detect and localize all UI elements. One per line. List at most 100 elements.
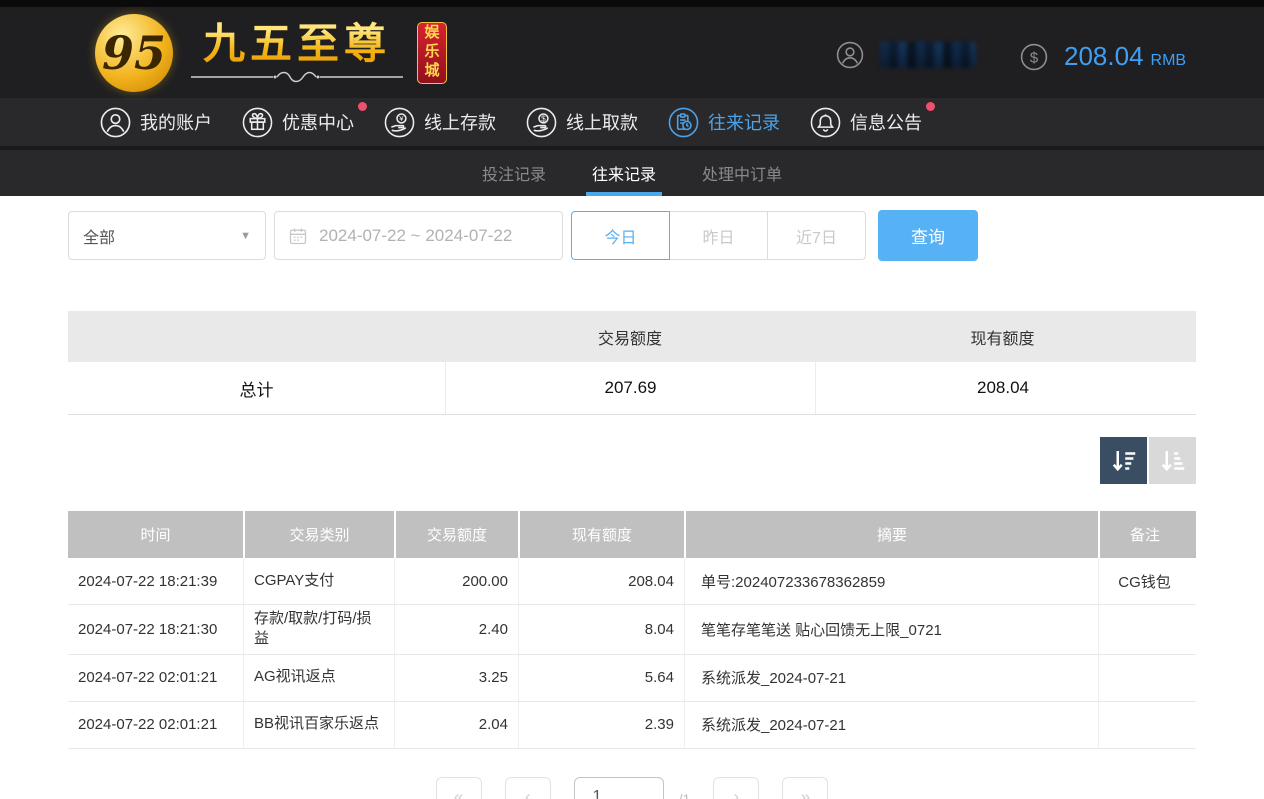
- row-time: 2024-07-22 18:21:39: [68, 558, 243, 604]
- row-balance: 2.39: [518, 702, 684, 748]
- summary-total-label: 总计: [68, 362, 445, 414]
- col-header-amount: 交易额度: [394, 511, 518, 558]
- page-number-input[interactable]: [574, 777, 664, 799]
- bell-icon: [810, 107, 841, 138]
- row-amount: 2.40: [394, 605, 518, 654]
- sort-ascending-button[interactable]: [1149, 437, 1196, 484]
- balance-currency: RMB: [1151, 52, 1187, 70]
- col-header-time: 时间: [68, 511, 243, 558]
- row-type: CGPAY支付: [243, 558, 394, 604]
- col-header-summary: 摘要: [684, 511, 1098, 558]
- summary-total-balance: 208.04: [815, 362, 1190, 414]
- notification-dot: [358, 102, 367, 111]
- nav-item-online-deposit[interactable]: ¥ 线上存款: [384, 107, 496, 138]
- svg-text:$: $: [541, 114, 546, 123]
- brand-logo[interactable]: 95 九五至尊 娱 乐 城: [95, 14, 447, 92]
- row-summary: 笔笔存笔笔送 贴心回馈无上限_0721: [684, 605, 1098, 654]
- sort-controls: [68, 437, 1196, 484]
- prev-page-button[interactable]: ‹: [505, 777, 551, 799]
- summary-total-row: 总计 207.69 208.04: [68, 362, 1196, 415]
- row-summary: 系统派发_2024-07-21: [684, 655, 1098, 701]
- logo-monogram: 95: [95, 14, 173, 92]
- row-remark: CG钱包: [1098, 558, 1190, 604]
- records-header-row: 时间 交易类别 交易额度 现有额度 摘要 备注: [68, 511, 1196, 558]
- withdraw-icon: $: [526, 107, 557, 138]
- date-range-input[interactable]: 2024-07-22 ~ 2024-07-22: [274, 211, 563, 260]
- row-balance: 5.64: [518, 655, 684, 701]
- row-time: 2024-07-22 02:01:21: [68, 655, 243, 701]
- records-table: 时间 交易类别 交易额度 现有额度 摘要 备注 2024-07-22 18:21…: [68, 511, 1196, 749]
- row-summary: 系统派发_2024-07-21: [684, 702, 1098, 748]
- row-balance: 208.04: [518, 558, 684, 604]
- col-header-balance: 现有额度: [518, 511, 684, 558]
- row-amount: 3.25: [394, 655, 518, 701]
- yesterday-button[interactable]: 昨日: [669, 211, 768, 260]
- user-account[interactable]: [836, 41, 976, 69]
- records-icon: [668, 107, 699, 138]
- svg-text:$: $: [1030, 50, 1039, 66]
- row-type: 存款/取款/打码/损益: [243, 605, 394, 654]
- balance-amount: 208.04: [1064, 41, 1144, 72]
- deposit-icon: ¥: [384, 107, 415, 138]
- category-dropdown[interactable]: 全部 ▼: [68, 211, 266, 260]
- col-header-remark: 备注: [1098, 511, 1190, 558]
- summary-header-balance: 现有额度: [815, 311, 1190, 362]
- top-strip: [0, 0, 1264, 7]
- nav-item-announcements[interactable]: 信息公告: [810, 107, 922, 138]
- summary-header-transaction: 交易额度: [445, 311, 815, 362]
- filter-bar: 全部 ▼ 2024-07-22 ~ 2024-07-22 今日 昨日 近7日 查…: [68, 210, 1264, 261]
- brand-badge: 娱 乐 城: [417, 22, 447, 84]
- summary-header-empty: [68, 311, 445, 362]
- sort-descending-button[interactable]: [1100, 437, 1147, 484]
- row-type: AG视讯返点: [243, 655, 394, 701]
- summary-total-transaction: 207.69: [445, 362, 815, 414]
- pagination: « ‹ /1 › »: [0, 777, 1264, 799]
- username-blurred: [880, 42, 976, 68]
- row-time: 2024-07-22 18:21:30: [68, 605, 243, 654]
- gift-icon: [242, 107, 273, 138]
- nav-item-my-account[interactable]: 我的账户: [100, 107, 212, 138]
- date-range-value: 2024-07-22 ~ 2024-07-22: [319, 226, 512, 246]
- page-total-label: /1: [679, 791, 691, 799]
- row-remark: [1098, 605, 1190, 654]
- logo-flourish-ornament: [187, 70, 407, 84]
- main-navigation: 我的账户 优惠中心 ¥ 线上存款 $ 线上取款: [0, 98, 1264, 150]
- row-remark: [1098, 702, 1190, 748]
- sort-ascending-icon: [1158, 446, 1188, 476]
- today-button[interactable]: 今日: [571, 211, 670, 260]
- search-button[interactable]: 查询: [878, 210, 978, 261]
- nav-item-online-withdraw[interactable]: $ 线上取款: [526, 107, 638, 138]
- row-type: BB视讯百家乐返点: [243, 702, 394, 748]
- table-row: 2024-07-22 18:21:39 CGPAY支付 200.00 208.0…: [68, 558, 1196, 605]
- table-row: 2024-07-22 02:01:21 AG视讯返点 3.25 5.64 系统派…: [68, 655, 1196, 702]
- svg-text:¥: ¥: [399, 114, 404, 123]
- nav-item-promotions[interactable]: 优惠中心: [242, 107, 354, 138]
- row-summary: 单号:202407233678362859: [684, 558, 1098, 604]
- table-row: 2024-07-22 02:01:21 BB视讯百家乐返点 2.04 2.39 …: [68, 702, 1196, 749]
- nav-item-transaction-records[interactable]: 往来记录: [668, 107, 780, 138]
- calendar-icon: [288, 226, 308, 246]
- tab-betting-records[interactable]: 投注记录: [482, 150, 546, 196]
- record-subtabs: 投注记录 往来记录 处理中订单: [0, 150, 1264, 196]
- last7days-button[interactable]: 近7日: [767, 211, 866, 260]
- row-balance: 8.04: [518, 605, 684, 654]
- row-time: 2024-07-22 02:01:21: [68, 702, 243, 748]
- row-remark: [1098, 655, 1190, 701]
- user-icon: [100, 107, 131, 138]
- next-page-button[interactable]: ›: [713, 777, 759, 799]
- sort-descending-icon: [1109, 446, 1139, 476]
- notification-dot: [926, 102, 935, 111]
- chevron-down-icon: ▼: [240, 230, 251, 242]
- last-page-button[interactable]: »: [782, 777, 828, 799]
- header: 95 九五至尊 娱 乐 城 $ 208.04 RM: [0, 7, 1264, 98]
- brand-name: 九五至尊: [203, 21, 391, 67]
- tab-processing-orders[interactable]: 处理中订单: [702, 150, 782, 196]
- category-dropdown-value: 全部: [83, 224, 115, 248]
- first-page-button[interactable]: «: [436, 777, 482, 799]
- table-row: 2024-07-22 18:21:30 存款/取款/打码/损益 2.40 8.0…: [68, 605, 1196, 655]
- balance[interactable]: $ 208.04 RMB: [1020, 41, 1186, 72]
- summary-header-row: 交易额度 现有额度: [68, 311, 1196, 362]
- row-amount: 2.04: [394, 702, 518, 748]
- summary-table: 交易额度 现有额度 总计 207.69 208.04: [68, 311, 1196, 415]
- tab-transaction-records[interactable]: 往来记录: [592, 150, 656, 196]
